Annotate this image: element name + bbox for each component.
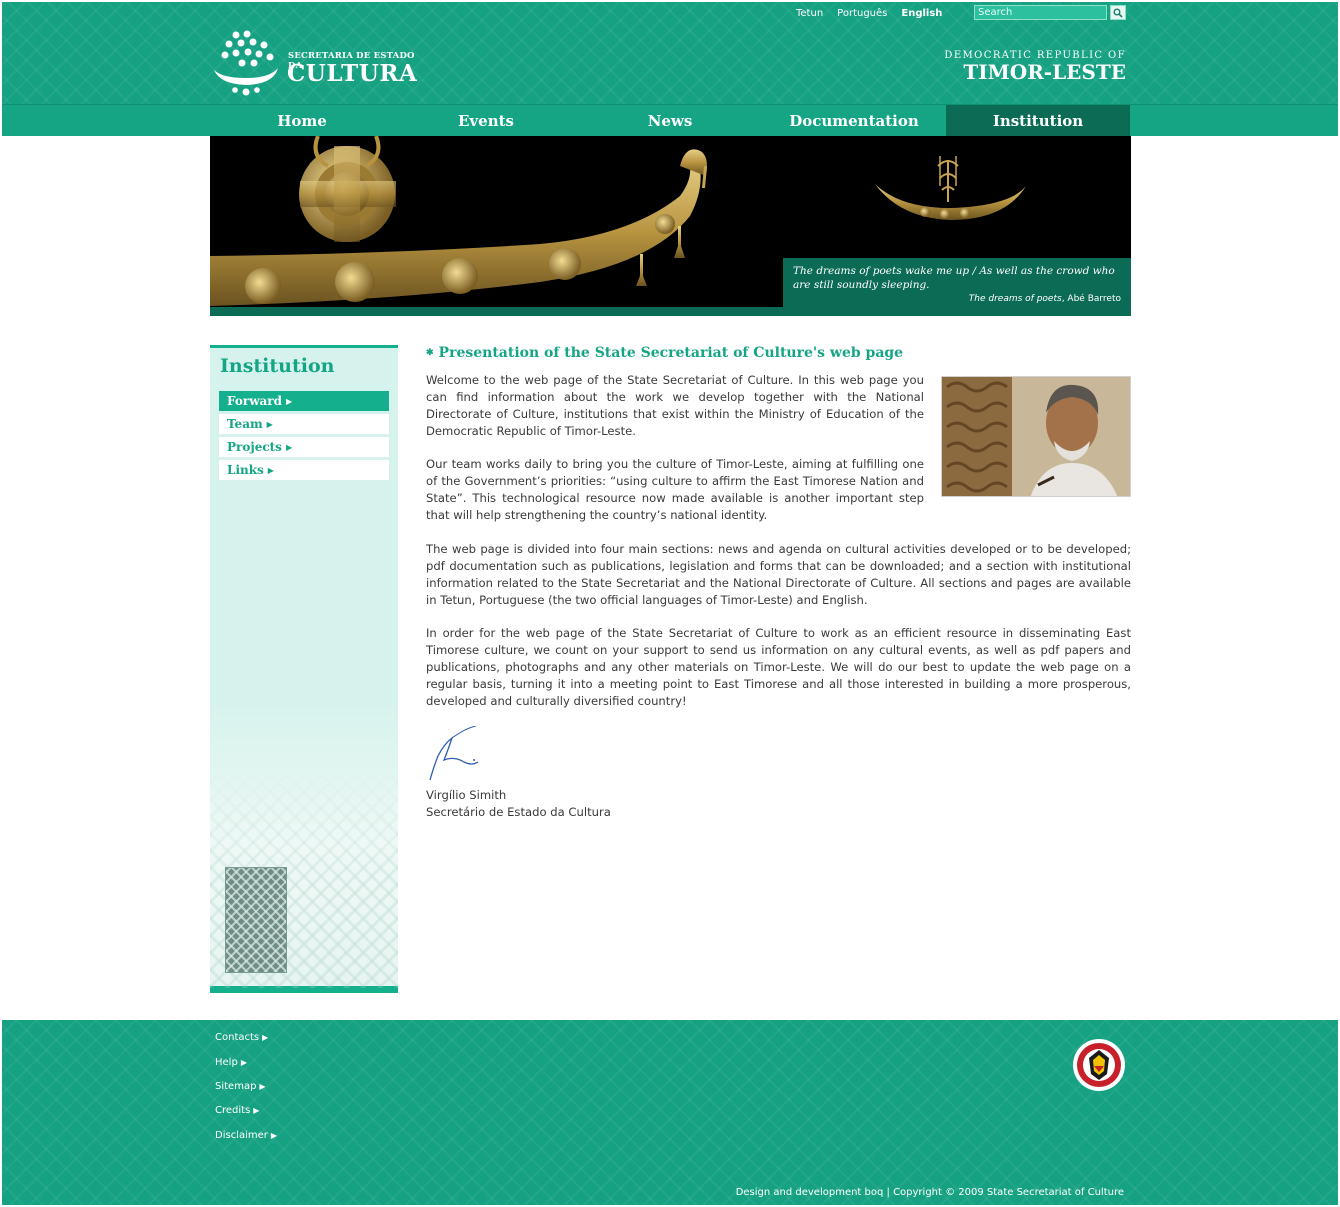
sidebar-title: Institution xyxy=(220,355,335,377)
lang-portugues[interactable]: Português xyxy=(837,8,887,19)
footer-link-label: Contacts xyxy=(215,1032,260,1043)
sidebar-item-label: Projects xyxy=(227,440,282,454)
arrow-right-icon: ▶ xyxy=(253,1106,260,1115)
timor-leste-logo: DEMOCRATIC REPUBLIC OF TIMOR-LESTE xyxy=(944,50,1126,84)
quote-source-title: The dreams of poets xyxy=(968,294,1062,304)
intro-paragraph-4: In order for the web page of the State S… xyxy=(426,626,1131,708)
nav-events[interactable]: Events xyxy=(394,105,578,137)
nav-documentation[interactable]: Documentation xyxy=(762,105,946,137)
nav-news[interactable]: News xyxy=(578,105,762,137)
arrow-right-icon: ▶ xyxy=(259,1082,266,1091)
nav-institution[interactable]: Institution xyxy=(946,105,1130,137)
sidebar-item-links[interactable]: Links ▶ xyxy=(219,460,389,480)
footer-link-label: Help xyxy=(215,1057,238,1068)
intro-paragraph-2: Our team works daily to bring you the cu… xyxy=(426,457,924,522)
footer-link-label: Credits xyxy=(215,1105,251,1116)
search-button[interactable] xyxy=(1110,5,1126,20)
footer-link-label: Disclaimer xyxy=(215,1130,268,1141)
portrait-image xyxy=(942,377,1130,496)
footer-link-contacts[interactable]: Contacts ▶ xyxy=(215,1032,268,1043)
arrow-right-icon: ▶ xyxy=(262,1033,269,1042)
nav-home[interactable]: Home xyxy=(210,105,394,137)
footer-link-label: Sitemap xyxy=(215,1081,257,1092)
page-title: ✱ Presentation of the State Secretariat … xyxy=(426,345,903,361)
arrow-right-icon: ▶ xyxy=(286,396,293,406)
sidebar-item-forward[interactable]: Forward ▶ xyxy=(219,391,389,411)
arrow-right-icon: ▶ xyxy=(240,1058,247,1067)
footer-link-sitemap[interactable]: Sitemap ▶ xyxy=(215,1081,266,1092)
footer-link-help[interactable]: Help ▶ xyxy=(215,1057,247,1068)
site-footer: Contacts ▶ Help ▶ Sitemap ▶ Credits ▶ Discla… xyxy=(2,1020,1338,1205)
lang-tetun[interactable]: Tetun xyxy=(796,8,823,19)
arrow-right-icon: ▶ xyxy=(267,465,274,475)
footer-credits: Design and development boq | Copyright ©… xyxy=(735,1187,1124,1198)
tree-logo-icon xyxy=(214,30,278,96)
search-input[interactable] xyxy=(974,5,1107,20)
footer-link-credits[interactable]: Credits ▶ xyxy=(215,1105,259,1116)
logo-right-title: TIMOR-LESTE xyxy=(963,60,1126,84)
hero-banner: The dreams of poets wake me up / As well… xyxy=(210,136,1131,316)
sidebar: Institution Forward ▶ Team ▶ Projects ▶ … xyxy=(210,345,398,993)
language-bar: Tetun Português English xyxy=(796,8,956,19)
sidebar-item-projects[interactable]: Projects ▶ xyxy=(219,437,389,457)
quote-source: The dreams of poets, Abé Barreto xyxy=(793,294,1121,304)
arrow-right-icon: ▶ xyxy=(266,419,273,429)
sidebar-item-label: Team xyxy=(227,417,263,431)
sidebar-item-team[interactable]: Team ▶ xyxy=(219,414,389,434)
main-nav: Home Events News Documentation Instituti… xyxy=(2,104,1338,137)
signature-image xyxy=(429,726,479,781)
page-title-text: Presentation of the State Secretariat of… xyxy=(438,345,904,361)
search-icon xyxy=(1113,8,1123,18)
footer-link-disclaimer[interactable]: Disclaimer ▶ xyxy=(215,1130,277,1141)
cultura-logo[interactable]: SECRETARIA DE ESTADO DA CULTURA xyxy=(212,30,432,100)
national-emblem-icon xyxy=(1073,1039,1125,1091)
portrait-photo xyxy=(941,376,1131,497)
quote-text: The dreams of poets wake me up / As well… xyxy=(793,265,1115,291)
signature-role: Secretário de Estado da Cultura xyxy=(426,805,611,819)
banner-quote: The dreams of poets wake me up / As well… xyxy=(783,258,1131,307)
textile-image xyxy=(225,867,287,973)
banner-strip xyxy=(210,307,1131,316)
bullet-icon: ✱ xyxy=(426,348,434,358)
arrow-right-icon: ▶ xyxy=(270,1131,278,1140)
intro-paragraph-1: Welcome to the web page of the State Sec… xyxy=(426,373,924,438)
intro-paragraph-3: The web page is divided into four main s… xyxy=(426,542,1131,607)
sidebar-item-label: Forward xyxy=(227,394,283,408)
sidebar-item-label: Links xyxy=(227,463,264,477)
lang-english[interactable]: English xyxy=(901,8,942,19)
logo-title: CULTURA xyxy=(287,60,418,87)
arrow-right-icon: ▶ xyxy=(285,442,293,452)
signature-name: Virgílio Simith xyxy=(426,788,507,802)
quote-source-author: , Abé Barreto xyxy=(1061,294,1121,304)
